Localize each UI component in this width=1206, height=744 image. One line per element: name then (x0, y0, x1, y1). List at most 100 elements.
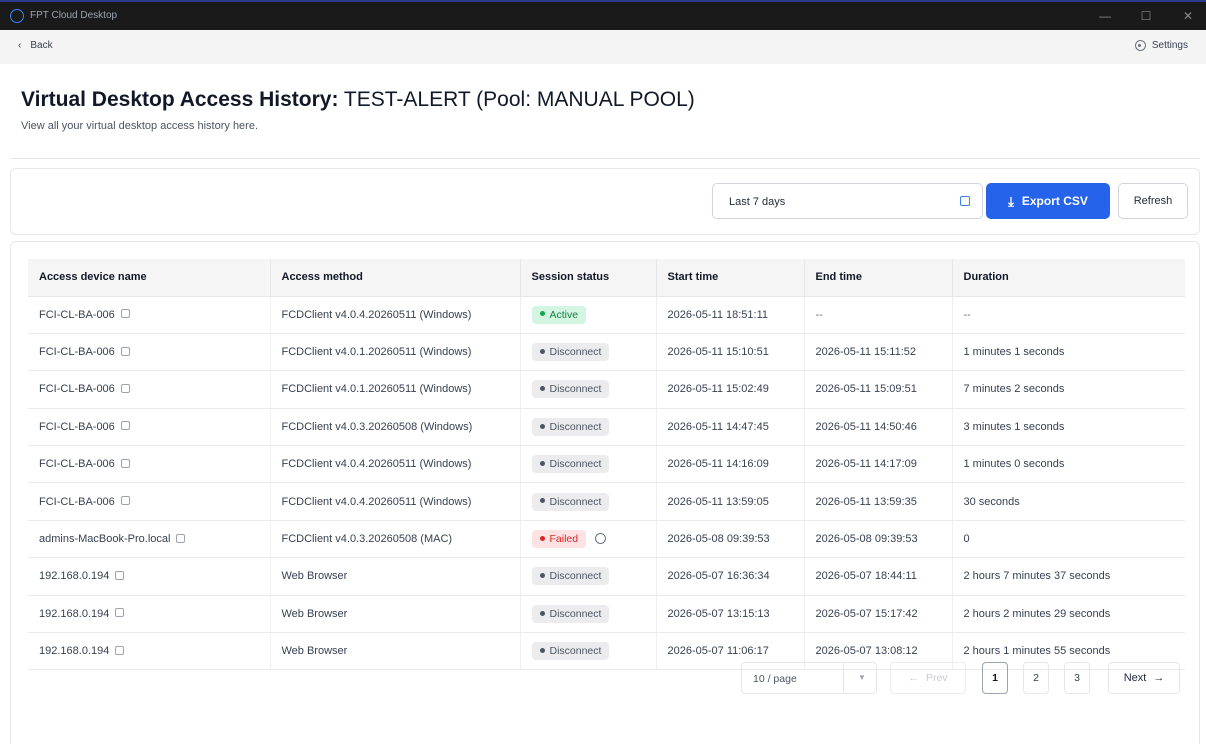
table-row: FCI-CL-BA-006 FCDClient v4.0.1.20260511 (… (28, 333, 1185, 372)
status-dot-icon (539, 498, 545, 504)
maximize-button[interactable]: ☐ (1134, 7, 1158, 25)
duration: 7 minutes 2 seconds (963, 383, 1065, 396)
cell-method: FCDClient v4.0.4.20260511 (Windows) (270, 296, 521, 334)
end-time: 2026-05-11 14:17:09 (815, 458, 917, 471)
copy-icon[interactable] (115, 608, 125, 618)
cell-end-time: 2026-05-11 14:17:09 (804, 445, 953, 484)
start-time: 2026-05-11 14:16:09 (667, 458, 769, 471)
cell-end-time: 2026-05-11 15:11:52 (804, 333, 953, 372)
device-name: admins-MacBook-Pro.local (39, 533, 171, 546)
copy-icon[interactable] (115, 645, 125, 655)
cell-method: FCDClient v4.0.1.20260511 (Windows) (270, 370, 521, 409)
status-badge: Disconnect (531, 343, 610, 362)
duration: 1 minutes 1 seconds (963, 346, 1065, 359)
status-dot-icon (539, 348, 545, 354)
access-method: FCDClient v4.0.4.20260511 (Windows) (281, 458, 472, 471)
cell-method: Web Browser (270, 595, 521, 634)
cell-device: FCI-CL-BA-006 (28, 445, 271, 484)
page-title-prefix: Virtual Desktop Access History: (21, 88, 339, 111)
column-header-start: Start time (656, 259, 805, 297)
page-1-button[interactable]: 1 (982, 662, 1008, 694)
end-time: 2026-05-11 15:11:52 (815, 346, 917, 359)
duration: 0 (963, 533, 970, 546)
copy-icon[interactable] (120, 309, 130, 319)
access-method: FCDClient v4.0.1.20260511 (Windows) (281, 383, 472, 396)
device-name: 192.168.0.194 (39, 645, 110, 658)
copy-icon[interactable] (120, 421, 130, 431)
access-method: FCDClient v4.0.4.20260511 (Windows) (281, 495, 472, 508)
table-row: 192.168.0.194 Web Browser Disconnect 2026-0… (28, 557, 1185, 596)
date-range-picker[interactable]: Last 7 days (712, 183, 983, 219)
copy-icon[interactable] (115, 571, 125, 581)
cell-status: Disconnect (520, 333, 657, 372)
start-time: 2026-05-07 13:15:13 (667, 607, 770, 620)
settings-button[interactable]: Settings (1134, 40, 1188, 51)
status-label: Failed (549, 533, 579, 546)
cell-method: FCDClient v4.0.4.20260511 (Windows) (270, 482, 521, 521)
window-titlebar: FPT Cloud Desktop — ☐ ✕ (0, 0, 1206, 30)
column-header-status: Session status (520, 259, 657, 297)
cell-start-time: 2026-05-11 15:02:49 (656, 370, 805, 409)
info-icon[interactable] (595, 532, 607, 544)
back-button[interactable]: ‹ Back (18, 40, 53, 51)
cell-end-time: -- (804, 296, 953, 334)
table-row: FCI-CL-BA-006 FCDClient v4.0.4.20260511 (… (28, 445, 1185, 484)
calendar-icon (960, 196, 970, 206)
end-time: 2026-05-11 13:59:35 (815, 495, 917, 508)
page-3-button[interactable]: 3 (1064, 662, 1090, 694)
cell-device: FCI-CL-BA-006 (28, 482, 271, 521)
copy-icon[interactable] (120, 496, 130, 506)
table-row: admins-MacBook-Pro.local FCDClient v4.0.3… (28, 520, 1185, 559)
cell-status: Disconnect (520, 632, 657, 671)
cell-status: Disconnect (520, 595, 657, 634)
minimize-button[interactable]: — (1093, 7, 1117, 25)
arrow-left-icon: ← (908, 672, 919, 684)
cell-duration: 0 (952, 520, 1185, 559)
page-size-separator (843, 663, 844, 693)
copy-icon[interactable] (120, 346, 130, 356)
start-time: 2026-05-11 14:47:45 (667, 420, 769, 433)
cell-device: FCI-CL-BA-006 (28, 296, 271, 334)
status-label: Disconnect (549, 645, 602, 658)
chevron-left-icon: ‹ (18, 40, 22, 51)
access-method: Web Browser (281, 570, 348, 583)
page-2-button[interactable]: 2 (1023, 662, 1049, 694)
cell-end-time: 2026-05-07 18:44:11 (804, 557, 953, 596)
status-badge: Disconnect (531, 455, 610, 474)
app-title: FPT Cloud Desktop (30, 10, 118, 21)
cell-device: 192.168.0.194 (28, 632, 271, 671)
copy-icon[interactable] (120, 458, 130, 468)
status-badge: Disconnect (531, 380, 610, 399)
refresh-button[interactable]: Refresh (1118, 183, 1188, 219)
access-method: FCDClient v4.0.1.20260511 (Windows) (281, 346, 472, 359)
cell-device: admins-MacBook-Pro.local (28, 520, 271, 559)
status-dot-icon (539, 311, 545, 317)
access-method: Web Browser (281, 645, 348, 658)
copy-icon[interactable] (120, 384, 130, 394)
device-name: FCI-CL-BA-006 (39, 458, 115, 471)
prev-page-button[interactable]: ← Prev (890, 662, 966, 694)
status-label: Disconnect (549, 570, 602, 583)
access-history-table: Access device name Access method Session… (28, 259, 1185, 671)
cell-duration: 2 hours 7 minutes 37 seconds (952, 557, 1185, 596)
status-label: Active (549, 308, 579, 321)
cell-duration: -- (952, 296, 1185, 334)
close-window-button[interactable]: ✕ (1176, 7, 1200, 25)
page-size-select[interactable]: 10 / page ▼ (741, 662, 877, 694)
navigation-bar: ‹ Back Settings (0, 30, 1206, 64)
pagination: 10 / page ▼ ← Prev 1 2 3 Next → (741, 662, 1186, 694)
device-name: FCI-CL-BA-006 (39, 495, 115, 508)
device-name: 192.168.0.194 (39, 607, 110, 620)
start-time: 2026-05-11 13:59:05 (667, 495, 769, 508)
copy-icon[interactable] (176, 533, 186, 543)
duration: 30 seconds (963, 495, 1020, 508)
column-header-device: Access device name (28, 259, 271, 297)
status-badge: Disconnect (531, 567, 610, 586)
cell-device: FCI-CL-BA-006 (28, 333, 271, 372)
status-badge: Active (531, 305, 587, 324)
export-csv-button[interactable]: ⤓ Export CSV (986, 183, 1110, 219)
page-size-value: 10 / page (753, 673, 797, 685)
next-page-button[interactable]: Next → (1108, 662, 1180, 694)
table-row: FCI-CL-BA-006 FCDClient v4.0.1.20260511 (… (28, 370, 1185, 409)
table-body: FCI-CL-BA-006 FCDClient v4.0.4.20260511 (… (28, 296, 1185, 671)
